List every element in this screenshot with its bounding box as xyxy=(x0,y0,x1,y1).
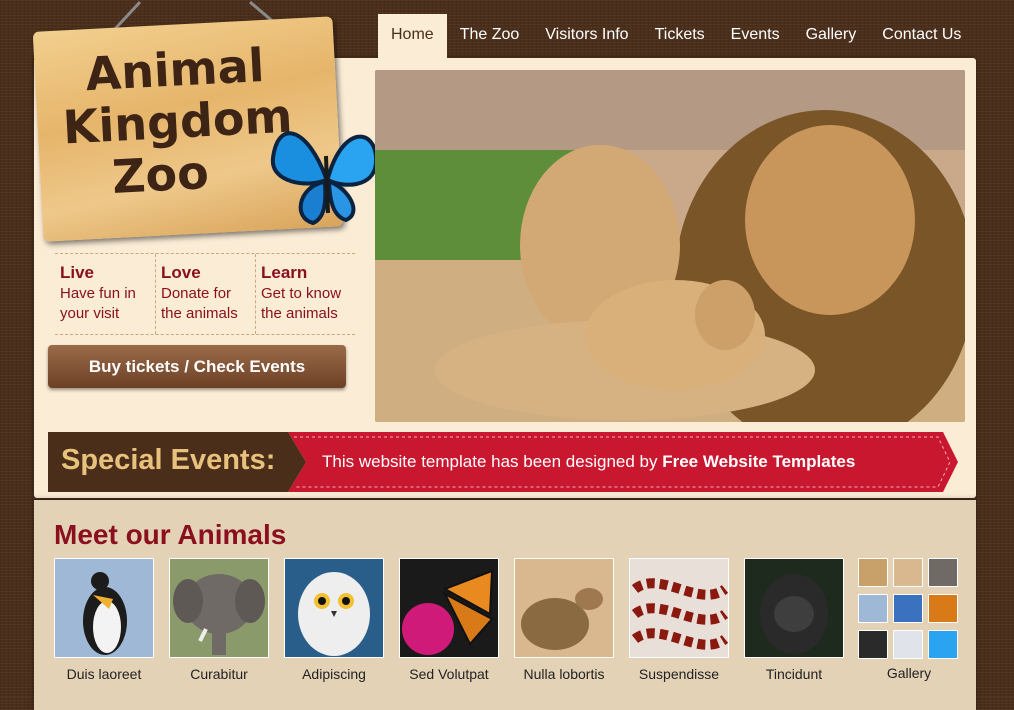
animal-thumbnails: Duis laoreet Curabitur Adipiscing Sed Vo… xyxy=(54,558,859,682)
nav-home[interactable]: Home xyxy=(378,14,447,58)
nav-contact-us[interactable]: Contact Us xyxy=(869,14,974,58)
animal-caption: Sed Volutpat xyxy=(409,666,489,682)
nav-visitors-info[interactable]: Visitors Info xyxy=(532,14,641,58)
animal-caption: Duis laoreet xyxy=(66,666,142,682)
tagline-live[interactable]: Live Have fun in your visit xyxy=(55,254,155,334)
animal-card-penguin[interactable]: Duis laoreet xyxy=(54,558,154,682)
tagline-text: your visit xyxy=(60,305,120,322)
special-events-description: This website template has been designed … xyxy=(322,452,663,471)
butterfly-icon xyxy=(270,131,379,226)
gallery-thumb[interactable] xyxy=(893,630,923,659)
gallery-thumb[interactable] xyxy=(928,594,958,623)
tagline-title: Love xyxy=(161,263,201,282)
nav-tickets[interactable]: Tickets xyxy=(642,14,718,58)
special-events-label: Special Events: xyxy=(61,444,276,476)
penguin-thumbnail xyxy=(54,558,154,658)
taglines: Live Have fun in your visit Love Donate … xyxy=(55,253,355,335)
nav-events[interactable]: Events xyxy=(718,14,793,58)
gallery-thumb[interactable] xyxy=(928,558,958,587)
gorilla-thumbnail xyxy=(744,558,844,658)
animal-card-gorilla[interactable]: Tincidunt xyxy=(744,558,844,682)
elephant-thumbnail xyxy=(169,558,269,658)
gallery-thumb[interactable] xyxy=(858,594,888,623)
tortoise-thumbnail xyxy=(514,558,614,658)
animal-card-elephant[interactable]: Curabitur xyxy=(169,558,269,682)
animal-card-owl[interactable]: Adipiscing xyxy=(284,558,384,682)
gallery-thumb[interactable] xyxy=(928,630,958,659)
snake-thumbnail xyxy=(629,558,729,658)
animal-caption: Curabitur xyxy=(190,666,248,682)
special-events-label-box: Special Events: xyxy=(48,432,288,492)
tagline-text: Get to know xyxy=(261,285,342,302)
gallery-thumb[interactable] xyxy=(858,558,888,587)
gallery-caption: Gallery xyxy=(886,665,932,681)
tagline-text: the animals xyxy=(261,305,338,322)
butterfly-thumbnail xyxy=(399,558,499,658)
animal-card-butterfly[interactable]: Sed Volutpat xyxy=(399,558,499,682)
gallery-thumb[interactable] xyxy=(893,558,923,587)
nav-the-zoo[interactable]: The Zoo xyxy=(447,14,533,58)
tagline-title: Learn xyxy=(261,263,308,282)
tagline-text: the animals xyxy=(161,305,238,322)
gallery-grid xyxy=(858,558,960,659)
animal-caption: Tincidunt xyxy=(765,666,823,682)
tagline-title: Live xyxy=(60,263,95,282)
gallery-thumb[interactable] xyxy=(893,594,923,623)
animal-caption: Adipiscing xyxy=(302,666,366,682)
tagline-love[interactable]: Love Donate for the animals xyxy=(155,254,255,334)
free-website-templates-link[interactable]: Free Website Templates xyxy=(662,452,855,471)
animal-card-tortoise[interactable]: Nulla lobortis xyxy=(514,558,614,682)
hero-lions-image xyxy=(375,70,965,422)
meet-animals-heading: Meet our Animals xyxy=(54,519,287,550)
animal-caption: Nulla lobortis xyxy=(523,666,605,682)
buy-tickets-button[interactable]: Buy tickets / Check Events xyxy=(48,345,346,388)
animal-card-snake[interactable]: Suspendisse xyxy=(629,558,729,682)
tagline-text: Have fun in xyxy=(60,285,136,302)
main-nav: Home The Zoo Visitors Info Tickets Event… xyxy=(378,14,974,58)
special-events-text: This website template has been designed … xyxy=(322,452,855,472)
tagline-text: Donate for xyxy=(161,285,232,302)
gallery-widget[interactable]: Gallery xyxy=(858,558,960,681)
gallery-thumb[interactable] xyxy=(858,630,888,659)
nav-gallery[interactable]: Gallery xyxy=(793,14,870,58)
tagline-learn[interactable]: Learn Get to know the animals xyxy=(255,254,355,334)
owl-thumbnail xyxy=(284,558,384,658)
animal-caption: Suspendisse xyxy=(638,666,720,682)
